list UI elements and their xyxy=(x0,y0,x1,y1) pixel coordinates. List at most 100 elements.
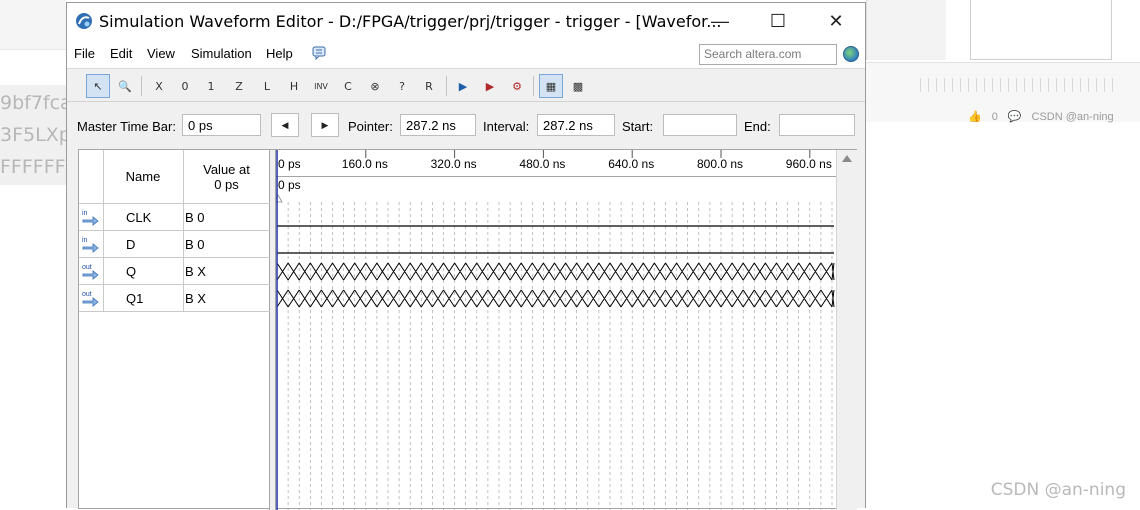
random-values-icon[interactable]: ? xyxy=(390,74,414,98)
globe-icon[interactable] xyxy=(843,46,859,62)
force-high-icon[interactable]: 1 xyxy=(199,74,223,98)
vertical-scrollbar[interactable] xyxy=(836,150,857,510)
maximize-icon: ☐ xyxy=(770,11,786,32)
count-value-icon[interactable]: C xyxy=(336,74,360,98)
input-pin-icon: in xyxy=(81,234,101,254)
signal-value: B 0 xyxy=(185,210,205,225)
waveform-canvas[interactable]: 0 ps160.0 ns320.0 ns480.0 ns640.0 ns800.… xyxy=(276,150,836,510)
menu-simulation[interactable]: Simulation xyxy=(191,46,252,61)
pointer-field[interactable]: 287.2 ns xyxy=(400,114,476,136)
maximize-button[interactable]: ☐ xyxy=(749,3,807,39)
watermark: CSDN @an-ning xyxy=(991,480,1126,500)
signal-value: B X xyxy=(185,291,206,306)
thumbs-up-icon[interactable]: 👍 xyxy=(968,110,982,123)
signal-row-clk[interactable]: in CLK B 0 xyxy=(79,204,270,231)
signal-waveforms xyxy=(277,226,834,307)
triangle-right-icon: ▶ xyxy=(322,120,329,131)
menu-view[interactable]: View xyxy=(147,46,175,61)
background-left-header xyxy=(0,0,66,50)
value-column-header[interactable]: Value at 0 ps xyxy=(183,150,270,204)
grid-lines xyxy=(288,202,832,510)
force-weak-low-icon[interactable]: L xyxy=(255,74,279,98)
toolbar: ↖ 🔍 X 0 1 Z L H INV C ⊗ ? R ▶ ▶ ⚙ ▦ ▩ xyxy=(67,70,865,102)
close-icon: ✕ xyxy=(828,11,843,32)
arbitrary-value-icon[interactable]: R xyxy=(417,74,441,98)
waveform-q[interactable] xyxy=(277,263,834,280)
previous-transition-button[interactable]: ◀ xyxy=(271,113,299,137)
time-bar: Master Time Bar: 0 ps ◀ ▶ Pointer: 287.2… xyxy=(67,111,865,141)
background-right-box xyxy=(970,0,1112,60)
time-tick-label: 640.0 ns xyxy=(608,157,654,171)
signal-row-d[interactable]: in D B 0 xyxy=(79,231,270,258)
signal-row-q1[interactable]: out Q1 B X xyxy=(79,285,270,312)
signal-name: Q1 xyxy=(126,291,143,306)
background-left-panel xyxy=(0,0,66,508)
comment-icon[interactable]: 💬 xyxy=(1008,110,1022,123)
output-pin-label: out xyxy=(82,291,92,298)
menu-file[interactable]: File xyxy=(74,46,95,61)
menu-help[interactable]: Help xyxy=(266,46,293,61)
feedback-icon[interactable] xyxy=(312,46,326,60)
window-title: Simulation Waveform Editor - D:/FPGA/tri… xyxy=(99,12,722,31)
end-field[interactable] xyxy=(779,114,855,136)
direction-header xyxy=(79,150,103,204)
time-tick-label: 160.0 ns xyxy=(342,157,388,171)
menu-edit[interactable]: Edit xyxy=(110,46,132,61)
author-label: CSDN @an-ning xyxy=(1032,111,1114,123)
signal-name: Q xyxy=(126,264,136,279)
generate-netlist-icon[interactable]: ⚙ xyxy=(505,74,529,98)
background-text-fragment: FFFFFF xyxy=(0,156,66,178)
signal-name: D xyxy=(126,237,135,252)
waveform-panel: Name Value at 0 ps in CLK B 0 in xyxy=(78,149,857,509)
time-tick-label: 800.0 ns xyxy=(697,157,743,171)
toolbar-separator xyxy=(446,76,447,96)
grid-settings-icon[interactable]: ▩ xyxy=(566,74,590,98)
time-tick-label: 320.0 ns xyxy=(431,157,477,171)
waveform-view[interactable]: 0 ps160.0 ns320.0 ns480.0 ns640.0 ns800.… xyxy=(276,150,836,510)
overwrite-clock-icon[interactable]: ⊗ xyxy=(363,74,387,98)
cursor-time-label: 0 ps xyxy=(278,178,301,192)
value-header-time: 0 ps xyxy=(214,177,239,192)
run-timing-simulation-icon[interactable]: ▶ xyxy=(478,74,502,98)
quartus-app-icon xyxy=(75,12,93,30)
input-pin-label: in xyxy=(82,237,88,244)
master-time-bar-field[interactable]: 0 ps xyxy=(182,114,261,136)
close-button[interactable]: ✕ xyxy=(807,3,865,39)
name-column-header[interactable]: Name xyxy=(103,150,183,204)
pointer-label: Pointer: xyxy=(348,119,393,134)
signal-name: CLK xyxy=(126,210,151,225)
run-functional-simulation-icon[interactable]: ▶ xyxy=(451,74,475,98)
title-bar[interactable]: Simulation Waveform Editor - D:/FPGA/tri… xyxy=(67,3,865,39)
time-ruler: 0 ps160.0 ns320.0 ns480.0 ns640.0 ns800.… xyxy=(277,150,832,171)
value-header-label: Value at xyxy=(203,162,250,177)
force-low-icon[interactable]: 0 xyxy=(173,74,197,98)
output-pin-label: out xyxy=(82,264,92,271)
search-input[interactable]: Search altera.com xyxy=(699,44,837,65)
scroll-up-icon[interactable] xyxy=(842,155,852,162)
signal-value: B 0 xyxy=(185,237,205,252)
toolbar-separator xyxy=(533,76,534,96)
minimize-button[interactable]: — xyxy=(691,3,749,39)
signal-value: B X xyxy=(185,264,206,279)
snap-to-grid-icon[interactable]: ▦ xyxy=(539,74,563,98)
signal-table: Name Value at 0 ps in CLK B 0 in xyxy=(79,150,270,510)
selection-tool-icon[interactable]: ↖ xyxy=(86,74,110,98)
start-field[interactable] xyxy=(663,114,737,136)
input-pin-icon: in xyxy=(81,207,101,227)
next-transition-button[interactable]: ▶ xyxy=(311,113,339,137)
interval-field[interactable]: 287.2 ns xyxy=(537,114,615,136)
like-count: 0 xyxy=(992,111,998,123)
master-time-bar-label: Master Time Bar: xyxy=(77,119,176,134)
force-high-impedance-icon[interactable]: Z xyxy=(227,74,251,98)
signal-row-q[interactable]: out Q B X xyxy=(79,258,270,285)
invert-icon[interactable]: INV xyxy=(309,74,333,98)
zoom-tool-icon[interactable]: 🔍 xyxy=(113,74,137,98)
force-weak-high-icon[interactable]: H xyxy=(282,74,306,98)
time-tick-label: 0 ps xyxy=(278,157,301,171)
output-pin-icon: out xyxy=(81,288,101,308)
force-unknown-icon[interactable]: X xyxy=(147,74,171,98)
waveform-editor-window: Simulation Waveform Editor - D:/FPGA/tri… xyxy=(66,2,866,508)
interval-label: Interval: xyxy=(483,119,529,134)
waveform-q1[interactable] xyxy=(277,290,834,307)
toolbar-separator xyxy=(141,76,142,96)
